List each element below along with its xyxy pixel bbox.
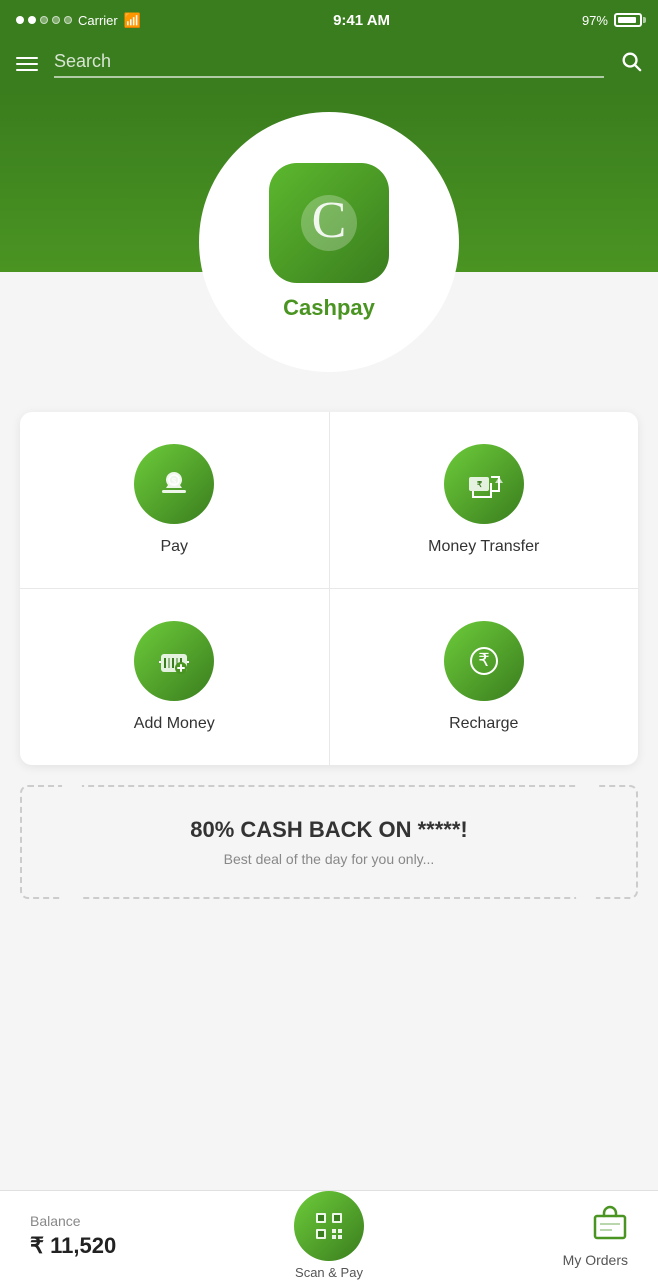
carrier-label: Carrier <box>78 13 118 28</box>
search-input-wrap[interactable] <box>54 51 604 78</box>
status-left: Carrier 📶 <box>16 12 141 29</box>
clock: 9:41 AM <box>333 12 390 29</box>
scan-icon <box>294 1191 364 1261</box>
add-money-icon <box>134 621 214 701</box>
menu-button[interactable] <box>16 57 38 71</box>
recharge-icon: ₹ <box>444 621 524 701</box>
notch-tr <box>576 777 596 797</box>
add-money-button[interactable]: Add Money <box>20 589 329 765</box>
signal-dots <box>16 16 72 24</box>
balance-section: Balance ₹ 11,520 <box>20 1213 294 1259</box>
svg-text:₹: ₹ <box>477 480 482 489</box>
notch-br <box>576 887 596 907</box>
bottom-nav: Balance ₹ 11,520 Scan & Pay <box>0 1190 658 1280</box>
svg-text:C: C <box>312 192 347 249</box>
hero-circle: C Cashpay <box>199 112 459 372</box>
svg-text:₹: ₹ <box>478 650 489 670</box>
money-transfer-button[interactable]: ₹ Money Transfer <box>329 412 639 588</box>
banner-title: 80% CASH BACK ON *****! <box>42 817 616 843</box>
logo-icon: C <box>289 183 369 263</box>
promo-banner[interactable]: 80% CASH BACK ON *****! Best deal of the… <box>20 785 638 899</box>
banner-subtitle: Best deal of the day for you only... <box>42 851 616 867</box>
search-icon[interactable] <box>620 50 642 78</box>
battery-percent: 97% <box>582 13 608 28</box>
pay-label: Pay <box>160 538 188 556</box>
dot3 <box>40 16 48 24</box>
grid-row-2: Add Money ₹ Recharge <box>20 588 638 765</box>
wifi-icon: 📶 <box>124 12 141 29</box>
money-transfer-icon: ₹ <box>444 444 524 524</box>
app-name: Cashpay <box>283 295 375 321</box>
scan-pay-button[interactable]: Scan & Pay <box>294 1191 364 1280</box>
dot5 <box>64 16 72 24</box>
pay-icon: $ <box>134 444 214 524</box>
orders-icon <box>592 1204 628 1248</box>
add-money-label: Add Money <box>134 715 215 733</box>
status-bar: Carrier 📶 9:41 AM 97% <box>0 0 658 40</box>
balance-amount: ₹ 11,520 <box>30 1233 294 1259</box>
dot2 <box>28 16 36 24</box>
pay-button[interactable]: $ Pay <box>20 412 329 588</box>
balance-label: Balance <box>30 1213 294 1229</box>
money-transfer-label: Money Transfer <box>428 538 539 556</box>
battery-icon <box>614 13 642 27</box>
dot4 <box>52 16 60 24</box>
notch-tl <box>62 777 82 797</box>
my-orders-button[interactable]: My Orders <box>364 1204 638 1268</box>
status-right: 97% <box>582 13 642 28</box>
grid-row-1: $ Pay ₹ Money Transfer <box>20 412 638 588</box>
orders-label: My Orders <box>563 1252 628 1268</box>
svg-text:$: $ <box>172 477 177 486</box>
hero-section: C Cashpay <box>0 92 658 392</box>
dot1 <box>16 16 24 24</box>
recharge-button[interactable]: ₹ Recharge <box>329 589 639 765</box>
action-grid: $ Pay ₹ Money Transfer <box>20 412 638 765</box>
app-logo-box: C <box>269 163 389 283</box>
notch-bl <box>62 887 82 907</box>
recharge-label: Recharge <box>449 715 518 733</box>
search-bar <box>0 40 658 92</box>
scan-label: Scan & Pay <box>295 1265 363 1280</box>
search-input[interactable] <box>54 51 604 72</box>
battery-fill <box>618 17 636 23</box>
